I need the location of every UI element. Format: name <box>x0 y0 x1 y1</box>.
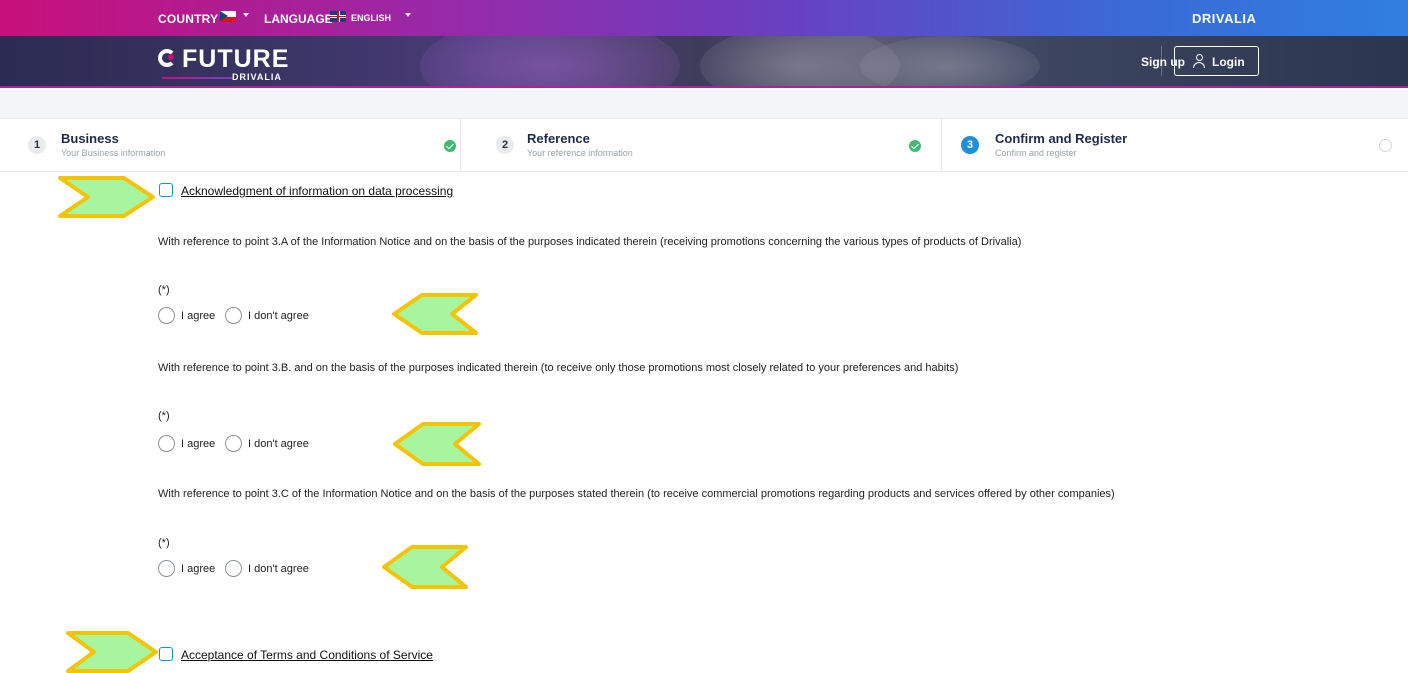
disagree-label[interactable]: I don't agree <box>248 563 309 575</box>
step-reference[interactable]: 2 Reference Your reference information <box>461 119 942 172</box>
step-number: 3 <box>961 136 979 154</box>
check-icon <box>909 140 921 152</box>
step-number: 2 <box>496 136 514 154</box>
consent-question-3b: With reference to point 3.B. and on the … <box>158 362 959 374</box>
agree-label[interactable]: I agree <box>181 310 215 322</box>
disagree-radio-3c[interactable] <box>225 560 242 577</box>
step-title: Reference <box>527 131 590 146</box>
required-mark: (*) <box>158 410 170 422</box>
check-icon <box>444 140 456 152</box>
agree-label[interactable]: I agree <box>181 563 215 575</box>
disagree-radio-3a[interactable] <box>225 307 242 324</box>
ack-checkbox[interactable] <box>159 183 173 197</box>
brand-logo[interactable]: DRIVALIA <box>1192 11 1256 26</box>
logo-subtext: DRIVALIA <box>232 72 282 82</box>
agree-label[interactable]: I agree <box>181 438 215 450</box>
agree-radio-3b[interactable] <box>158 435 175 452</box>
annotation-arrow-left-icon <box>392 293 478 335</box>
language-value[interactable]: ENGLISH <box>351 13 391 23</box>
disagree-label[interactable]: I don't agree <box>248 310 309 322</box>
annotation-arrow-right-icon <box>58 176 155 218</box>
consent-question-3c: With reference to point 3.C of the Infor… <box>158 488 1115 500</box>
banner-image <box>420 36 680 86</box>
step-subtitle: Confirm and register <box>995 148 1077 158</box>
login-label: Login <box>1212 55 1245 69</box>
login-button[interactable]: Login <box>1174 46 1259 76</box>
annotation-arrow-left-icon <box>393 422 481 466</box>
pending-circle-icon <box>1379 139 1392 152</box>
step-number: 1 <box>28 136 46 154</box>
terms-label[interactable]: Acceptance of Terms and Conditions of Se… <box>181 648 433 662</box>
divider <box>1161 46 1162 76</box>
disagree-radio-3b[interactable] <box>225 435 242 452</box>
required-mark: (*) <box>158 284 170 296</box>
logo-text: FUTURE <box>182 45 290 73</box>
step-title: Business <box>61 131 119 146</box>
step-subtitle: Your Business information <box>61 148 166 158</box>
terms-checkbox[interactable] <box>159 647 173 661</box>
required-mark: (*) <box>158 537 170 549</box>
hero-banner: FUTURE DRIVALIA Sign up Login <box>0 36 1408 88</box>
uk-flag-icon[interactable] <box>330 11 346 22</box>
spacer-band <box>0 90 1408 118</box>
user-icon <box>1193 54 1205 68</box>
step-business[interactable]: 1 Business Your Business information <box>0 119 461 172</box>
agree-radio-3a[interactable] <box>158 307 175 324</box>
logo-dot <box>168 54 174 60</box>
annotation-arrow-right-icon <box>66 631 158 673</box>
step-confirm-register[interactable]: 3 Confirm and Register Confirm and regis… <box>942 119 1408 172</box>
annotation-arrow-left-icon <box>382 545 468 589</box>
disagree-label[interactable]: I don't agree <box>248 438 309 450</box>
step-subtitle: Your reference information <box>527 148 633 158</box>
country-selector[interactable]: COUNTRY <box>158 12 218 26</box>
banner-image <box>860 36 1040 86</box>
czech-flag-icon[interactable] <box>220 11 236 22</box>
logo-underline <box>162 77 232 79</box>
step-title: Confirm and Register <box>995 131 1128 146</box>
top-bar: COUNTRY LANGUAGE ENGLISH DRIVALIA <box>0 0 1408 36</box>
registration-stepper: 1 Business Your Business information 2 R… <box>0 118 1408 172</box>
agree-radio-3c[interactable] <box>158 560 175 577</box>
consent-question-3a: With reference to point 3.A of the Infor… <box>158 236 1022 248</box>
chevron-down-icon[interactable] <box>405 13 411 17</box>
language-selector[interactable]: LANGUAGE <box>264 12 333 26</box>
ack-label[interactable]: Acknowledgment of information on data pr… <box>181 184 453 198</box>
chevron-down-icon[interactable] <box>243 13 249 17</box>
